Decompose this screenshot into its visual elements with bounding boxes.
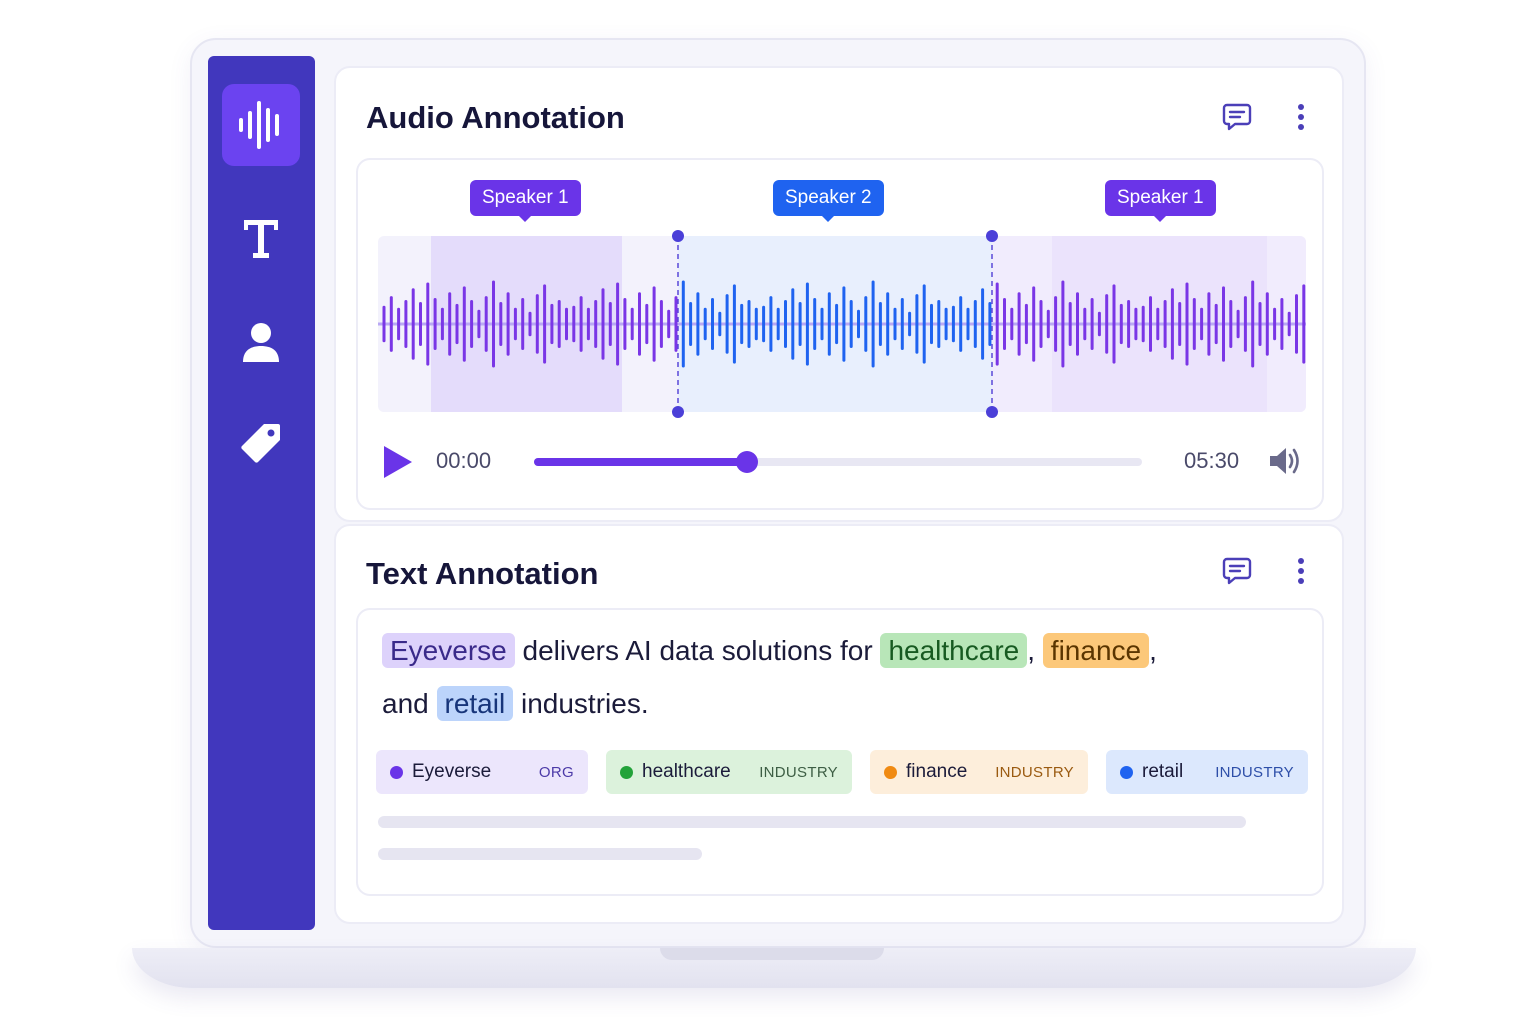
speaker-label-2[interactable]: Speaker 2	[773, 180, 884, 222]
text-annotation-panel: Eyeverse delivers AI data solutions for …	[356, 608, 1324, 896]
segment-handle-1-top[interactable]	[672, 230, 684, 242]
volume-icon[interactable]	[1268, 446, 1302, 476]
entity-dot	[884, 765, 897, 779]
seek-bar-progress	[534, 458, 747, 466]
laptop-notch	[660, 948, 884, 960]
sidebar-item-text[interactable]	[222, 198, 300, 280]
speaker-label-1[interactable]: Speaker 1	[470, 180, 581, 222]
sidebar-item-user[interactable]	[222, 302, 300, 384]
highlight-finance[interactable]: finance	[1042, 633, 1150, 668]
play-icon[interactable]	[382, 444, 414, 480]
entity-dot	[1120, 765, 1133, 779]
waveform-icon	[239, 101, 279, 149]
audio-annotation-card: Audio Annotation Speaker 1 Speaker 2 Spe…	[334, 66, 1344, 522]
entity-chip-finance[interactable]: finance INDUSTRY	[870, 750, 1088, 794]
highlight-org[interactable]: Eyeverse	[382, 633, 515, 668]
entity-type: ORG	[538, 763, 574, 781]
placeholder-line	[378, 816, 1246, 828]
entity-chip-eyeverse[interactable]: Eyeverse ORG	[376, 750, 588, 794]
sentence-text: industries.	[513, 688, 649, 719]
entity-name: finance	[906, 761, 968, 782]
segment-handle-2-top[interactable]	[986, 230, 998, 242]
audio-player-panel: Speaker 1 Speaker 2 Speaker 1 00:00 05:3…	[356, 158, 1324, 510]
sentence-text: and	[382, 688, 437, 719]
seek-bar[interactable]	[534, 451, 1142, 473]
entity-chip-retail[interactable]: retail INDUSTRY	[1106, 750, 1308, 794]
sentence-text: ,	[1149, 635, 1157, 666]
comment-icon[interactable]	[1222, 102, 1252, 132]
current-time: 00:00	[436, 448, 492, 473]
entity-name: retail	[1142, 761, 1184, 782]
segment-handle-2-bottom[interactable]	[986, 406, 998, 418]
entity-name: healthcare	[642, 761, 731, 782]
entity-name: Eyeverse	[412, 761, 492, 782]
text-card-title: Text Annotation	[366, 556, 599, 591]
text-icon	[244, 220, 278, 258]
entity-chip-healthcare[interactable]: healthcare INDUSTRY	[606, 750, 852, 794]
sidebar	[208, 56, 315, 930]
entity-type: INDUSTRY	[759, 763, 838, 781]
speaker-label-3[interactable]: Speaker 1	[1105, 180, 1216, 222]
highlight-healthcare[interactable]: healthcare	[880, 633, 1028, 668]
more-options-icon[interactable]	[1286, 556, 1316, 586]
entity-type: INDUSTRY	[1215, 763, 1294, 781]
seek-handle[interactable]	[735, 451, 758, 473]
text-annotation-card: Text Annotation Eyeverse delivers AI dat…	[334, 524, 1344, 924]
user-icon	[243, 323, 279, 362]
entity-dot	[620, 765, 633, 779]
sentence-text: ,	[1027, 635, 1043, 666]
comment-icon[interactable]	[1222, 556, 1252, 586]
entity-dot	[390, 765, 403, 779]
more-options-icon[interactable]	[1286, 102, 1316, 132]
entity-type: INDUSTRY	[995, 763, 1074, 781]
placeholder-line	[378, 848, 702, 860]
sidebar-item-audio[interactable]	[222, 84, 300, 166]
waveform	[378, 236, 1306, 412]
annotated-sentence: Eyeverse delivers AI data solutions for …	[382, 624, 1262, 730]
audio-card-title: Audio Annotation	[366, 100, 625, 135]
tag-icon	[241, 424, 280, 463]
sidebar-item-tag[interactable]	[222, 402, 300, 484]
sentence-text: delivers AI data solutions for	[514, 635, 881, 666]
waveform-track[interactable]	[378, 236, 1306, 412]
total-time: 05:30	[1184, 448, 1240, 473]
segment-handle-1-bottom[interactable]	[672, 406, 684, 418]
highlight-retail[interactable]: retail	[436, 686, 514, 721]
